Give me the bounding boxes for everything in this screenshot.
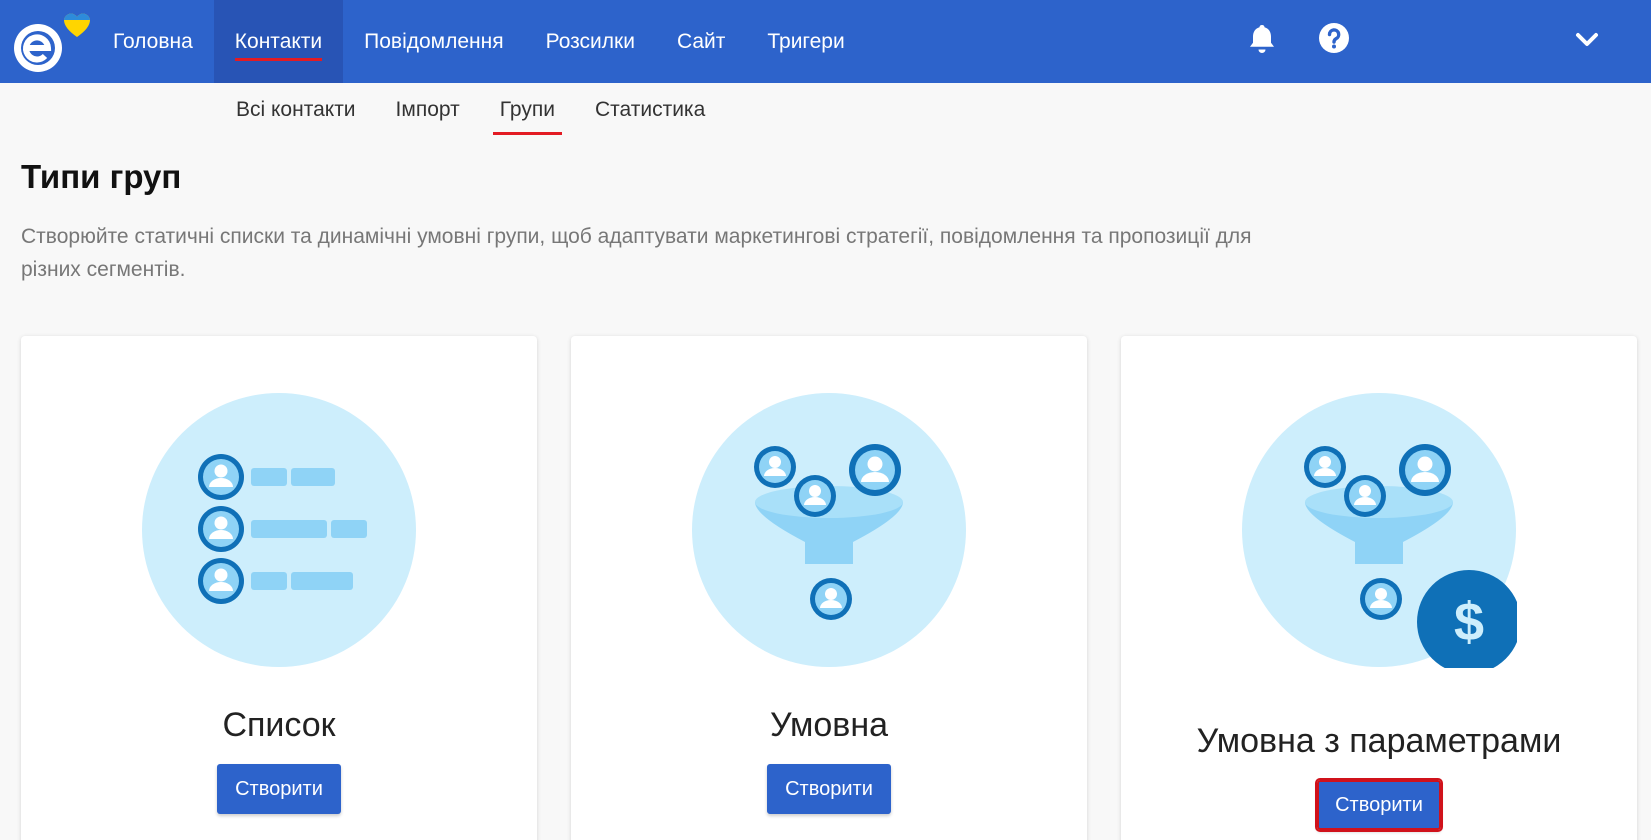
contact-list-icon [142,393,416,667]
group-type-card-conditional-params: $ Умовна з параметрами Створити [1121,336,1637,840]
nav-item-site[interactable]: Сайт [656,0,746,83]
group-type-card-conditional: Умовна Створити [571,336,1087,840]
nav-item-label: Повідомлення [364,29,504,53]
tab-all-contacts[interactable]: Всі контакти [216,98,376,138]
card-title: Список [222,706,336,744]
create-conditional-button[interactable]: Створити [767,764,891,814]
page-description: Створюйте статичні списки та динамічні у… [21,225,1252,281]
nav-item-label: Тригери [767,29,845,53]
tab-import[interactable]: Імпорт [376,98,480,138]
sub-nav: Всі контакти Імпорт Групи Статистика [216,98,725,138]
main-nav: Головна Контакти Повідомлення Розсилки С… [92,0,866,83]
contact-funnel-icon [692,393,966,667]
nav-item-messages[interactable]: Повідомлення [343,0,524,83]
bell-icon[interactable] [1247,22,1277,56]
nav-item-triggers[interactable]: Тригери [746,0,865,83]
create-conditional-params-button[interactable]: Створити [1315,778,1443,832]
nav-item-label: Розсилки [545,29,635,53]
chevron-down-icon[interactable] [1574,28,1600,50]
logo-icon[interactable] [12,8,92,74]
nav-item-label: Головна [113,29,193,53]
help-icon[interactable] [1318,22,1350,54]
nav-item-label: Сайт [676,29,726,53]
top-navbar: Головна Контакти Повідомлення Розсилки С… [0,0,1651,83]
card-title: Умовна з параметрами [1196,722,1562,760]
create-list-button[interactable]: Створити [217,764,341,814]
svg-text:$: $ [1454,592,1484,652]
tab-groups[interactable]: Групи [480,98,575,138]
tab-statistics[interactable]: Статистика [575,98,725,138]
card-title: Умовна [769,706,889,744]
nav-item-campaigns[interactable]: Розсилки [525,0,656,83]
nav-item-label: Контакти [234,29,323,61]
page-title: Типи груп [21,158,182,195]
nav-item-contacts[interactable]: Контакти [213,0,344,83]
nav-item-home[interactable]: Головна [92,0,214,83]
funnel-dollar-icon: $ [1242,393,1517,668]
group-type-card-list: Список Створити [21,336,537,840]
